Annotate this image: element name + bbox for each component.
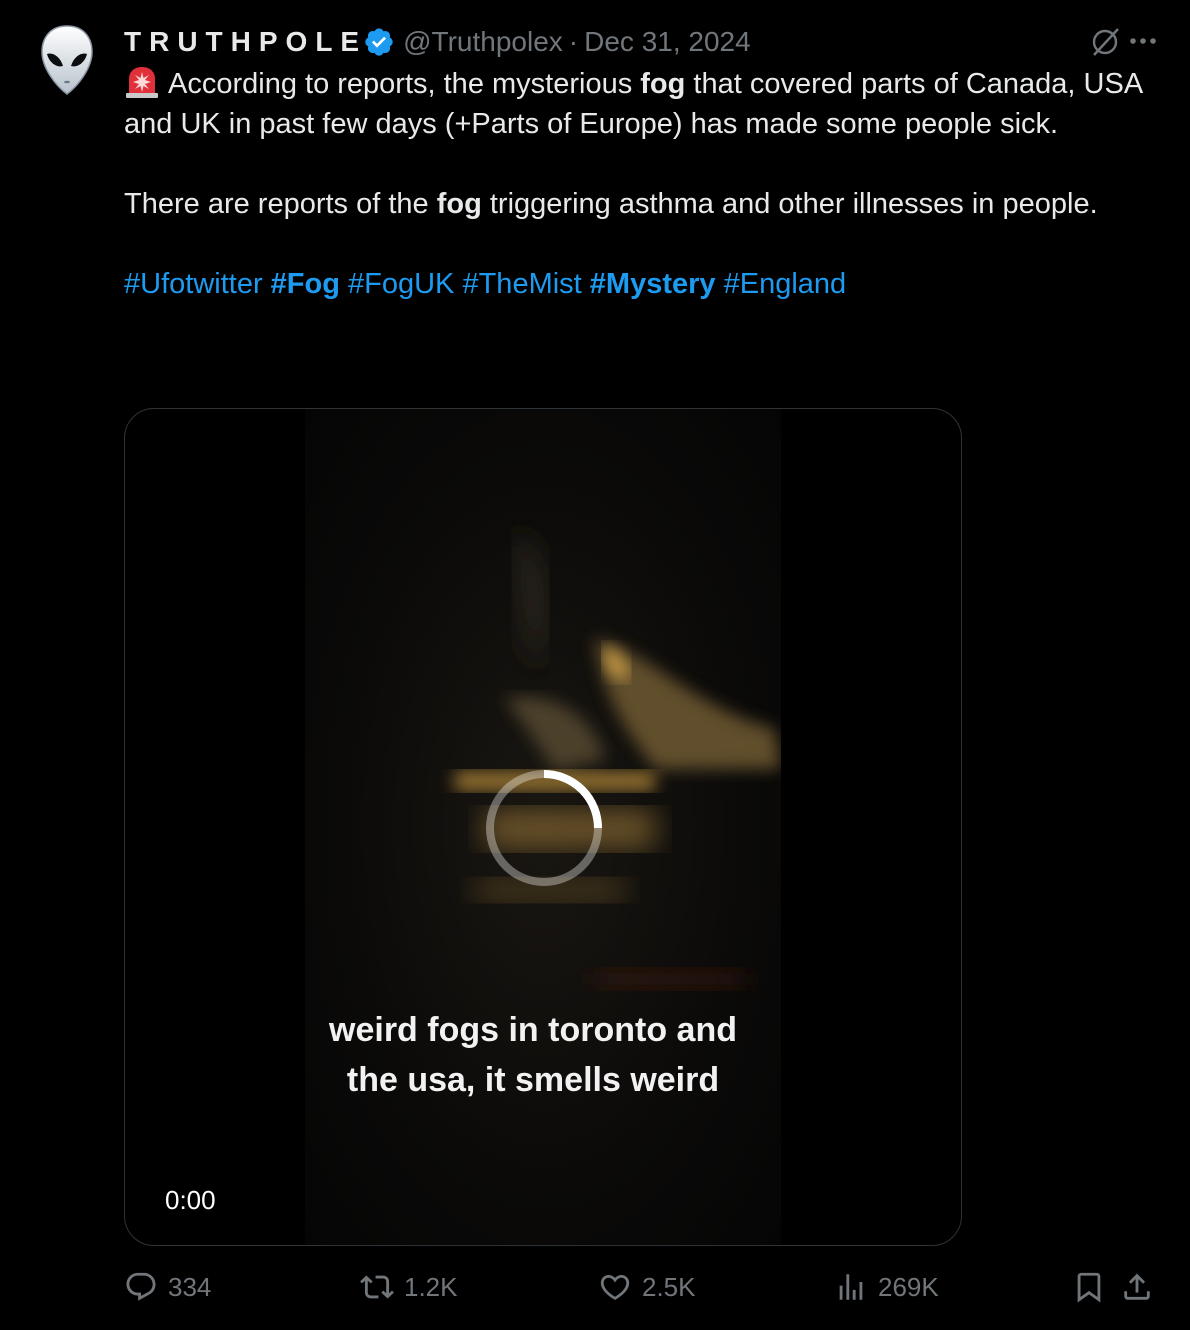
heart-icon	[600, 1274, 630, 1300]
header-separator: ·	[568, 26, 579, 57]
hashtag-link[interactable]: #Fog	[271, 268, 340, 300]
reply-icon	[126, 1272, 156, 1301]
tweet-text-1a: According to reports, the mysterious	[168, 68, 641, 100]
repost-icon	[360, 1275, 394, 1299]
author-handle[interactable]: @Truthpolex	[403, 26, 563, 58]
like-count: 2.5K	[642, 1271, 696, 1302]
analytics-icon	[839, 1274, 863, 1300]
like-button[interactable]: 2.5K	[598, 1270, 696, 1304]
video-timestamp: 0:00	[165, 1185, 216, 1215]
tweet-text-2a: There are reports of the	[124, 188, 437, 220]
bookmark-button[interactable]	[1072, 1270, 1106, 1304]
tweet-text-2b: triggering asthma and other illnesses in…	[481, 188, 1098, 220]
views-count: 269K	[878, 1271, 939, 1302]
reply-count: 334	[168, 1271, 212, 1302]
views-button[interactable]: 269K	[834, 1270, 939, 1304]
tweet-highlight-1: fog	[640, 68, 686, 100]
avatar[interactable]	[38, 24, 96, 96]
tweet-paragraph-1: According to reports, the mysterious fog…	[124, 64, 1164, 144]
author-display-name[interactable]: TRUTHPOLE	[124, 26, 367, 58]
reply-button[interactable]: 334	[124, 1270, 211, 1304]
tweet-date[interactable]: Dec 31, 2024	[584, 26, 751, 58]
caption-line-1: weird fogs in toronto and	[329, 1011, 737, 1049]
alien-head-icon	[41, 25, 93, 95]
video-caption: weird fogs in toronto and the usa, it sm…	[125, 1005, 961, 1105]
hashtag-link[interactable]: #Ufotwitter	[124, 268, 263, 300]
hashtag-link[interactable]: #Mystery	[590, 268, 716, 300]
video-player[interactable]: weird fogs in toronto and the usa, it sm…	[124, 408, 962, 1246]
siren-emoji-icon	[124, 65, 160, 99]
hashtags: #Ufotwitter #Fog #FogUK #TheMist #Myster…	[124, 264, 1164, 304]
repost-count: 1.2K	[404, 1271, 458, 1302]
verified-badge-icon	[363, 26, 395, 58]
tweet-paragraph-2: There are reports of the fog triggering …	[124, 184, 1164, 224]
share-button[interactable]	[1120, 1270, 1154, 1304]
grok-icon[interactable]	[1088, 24, 1122, 58]
bookmark-icon	[1077, 1272, 1101, 1303]
loading-spinner-icon	[486, 770, 602, 886]
more-options-icon[interactable]	[1126, 24, 1160, 58]
caption-line-2: the usa, it smells weird	[346, 1061, 720, 1099]
share-icon	[1124, 1273, 1150, 1300]
tweet-highlight-2: fog	[436, 188, 482, 220]
action-bar: 334 1.2K 2.5K 269K	[124, 1270, 1164, 1316]
hashtag-link[interactable]: #FogUK	[348, 268, 454, 300]
hashtag-link[interactable]: #TheMist	[462, 268, 581, 300]
tweet-header: TRUTHPOLE @Truthpolex · Dec 31, 2024	[124, 22, 1160, 62]
repost-button[interactable]: 1.2K	[360, 1270, 458, 1304]
tweet-body: According to reports, the mysterious fog…	[124, 64, 1164, 304]
hashtag-link[interactable]: #England	[724, 268, 847, 300]
